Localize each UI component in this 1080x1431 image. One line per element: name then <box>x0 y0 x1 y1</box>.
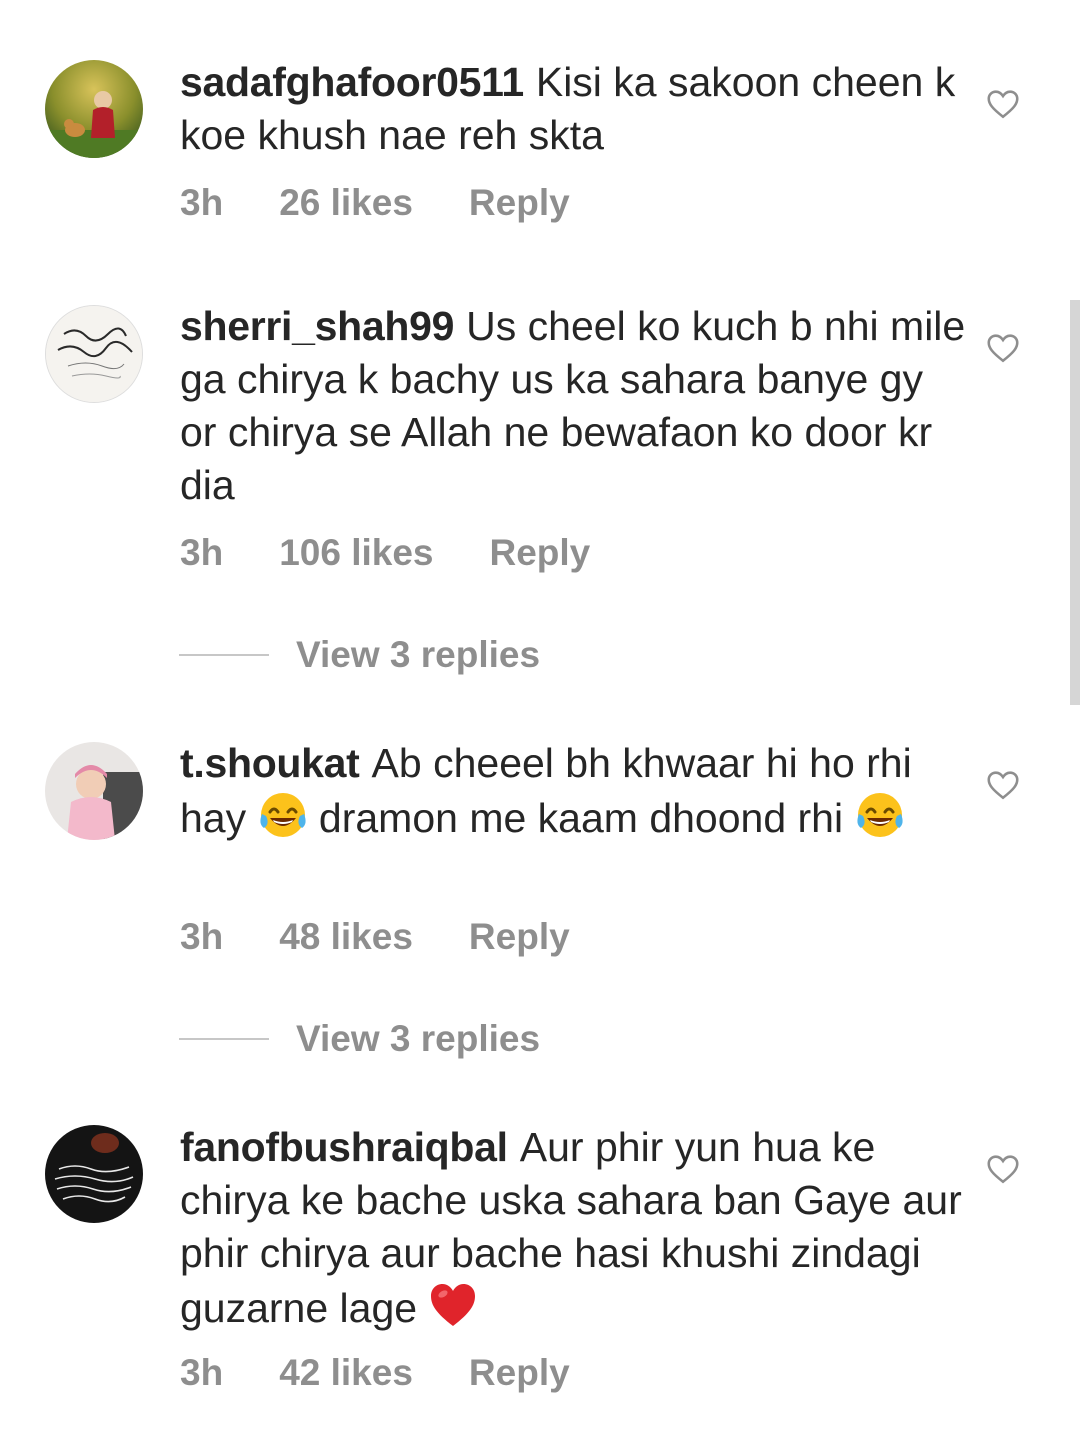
face-with-tears-of-joy-emoji <box>259 793 306 837</box>
heart-outline-icon[interactable] <box>985 767 1021 803</box>
comment-text: fanofbushraiqbal Aur phir yun hua ke chir… <box>180 1121 970 1335</box>
divider-line <box>179 654 269 656</box>
comment-username[interactable]: fanofbushraiqbal <box>180 1124 508 1170</box>
red-heart-emoji <box>431 1284 476 1326</box>
comment-text: sherri_shah99 Us cheel ko kuch b nhi mile… <box>180 300 970 512</box>
comment-meta: 3h 106 likes Reply <box>180 532 646 574</box>
avatar[interactable] <box>45 305 143 403</box>
heart-outline-icon[interactable] <box>985 86 1021 122</box>
comment-username[interactable]: t.shoukat <box>180 740 360 786</box>
comment-meta: 3h 48 likes Reply <box>180 916 626 958</box>
face-with-tears-of-joy-emoji <box>856 793 903 837</box>
avatar[interactable] <box>45 742 143 840</box>
divider-line <box>179 1038 269 1040</box>
comment-username[interactable]: sadafghafoor0511 <box>180 59 524 105</box>
scrollbar[interactable] <box>1070 300 1080 705</box>
comment-meta: 3h 26 likes Reply <box>180 182 626 224</box>
view-replies-button[interactable]: View 3 replies <box>179 1018 540 1060</box>
reply-button[interactable]: Reply <box>490 532 591 574</box>
comment-text: t.shoukat Ab cheeel bh khwaar hi ho rhi h… <box>180 737 970 845</box>
comment-time: 3h <box>180 1352 224 1393</box>
comment-time: 3h <box>180 916 224 957</box>
comment-username[interactable]: sherri_shah99 <box>180 303 454 349</box>
heart-outline-icon[interactable] <box>985 1151 1021 1187</box>
reply-button[interactable]: Reply <box>469 182 570 224</box>
reply-button[interactable]: Reply <box>469 1352 570 1394</box>
avatar[interactable] <box>45 1125 143 1223</box>
comment-time: 3h <box>180 182 224 223</box>
comment-time: 3h <box>180 532 224 573</box>
comment-likes[interactable]: 106 likes <box>279 532 433 574</box>
comment-likes[interactable]: 42 likes <box>279 1352 413 1394</box>
comment-body-part2: dramon me kaam dhoond rhi <box>318 795 844 841</box>
comment-likes[interactable]: 26 likes <box>279 182 413 224</box>
avatar[interactable] <box>45 60 143 158</box>
reply-button[interactable]: Reply <box>469 916 570 958</box>
view-replies-label: View 3 replies <box>296 634 541 675</box>
view-replies-label: View 3 replies <box>296 1018 541 1059</box>
comment-meta: 3h 42 likes Reply <box>180 1352 626 1394</box>
view-replies-button[interactable]: View 3 replies <box>179 634 540 676</box>
heart-outline-icon[interactable] <box>985 330 1021 366</box>
comment-text: sadafghafoor0511 Kisi ka sakoon cheen k k… <box>180 56 970 162</box>
comment-likes[interactable]: 48 likes <box>279 916 413 958</box>
